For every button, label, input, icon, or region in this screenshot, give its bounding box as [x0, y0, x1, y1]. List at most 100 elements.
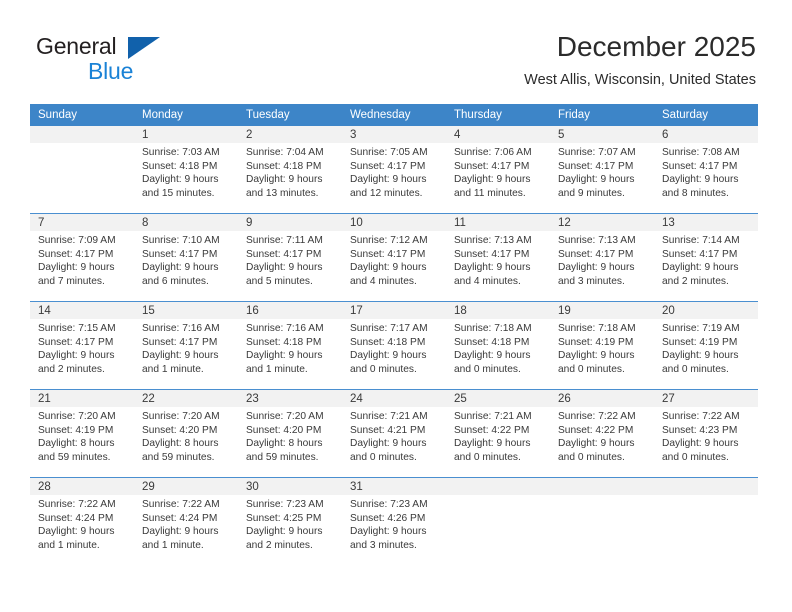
sunset-text: Sunset: 4:24 PM	[38, 512, 114, 524]
day-number: 13	[654, 214, 758, 231]
calendar-day-cell[interactable]	[654, 477, 758, 565]
sunrise-text: Sunrise: 7:16 AM	[142, 323, 220, 334]
day-details: Sunrise: 7:07 AM Sunset: 4:17 PM Dayligh…	[550, 143, 654, 200]
day-number: 22	[134, 390, 238, 407]
daylight-text-line2: and 3 minutes.	[350, 539, 417, 551]
calendar-day-cell[interactable]: 29 Sunrise: 7:22 AM Sunset: 4:24 PM Dayl…	[134, 477, 238, 565]
day-number: 4	[446, 126, 550, 143]
sunset-text: Sunset: 4:24 PM	[142, 512, 218, 524]
day-number: 10	[342, 214, 446, 231]
daylight-text-line1: Daylight: 9 hours	[38, 262, 115, 274]
daylight-text-line2: and 3 minutes.	[558, 275, 625, 287]
calendar-day-cell[interactable]: 30 Sunrise: 7:23 AM Sunset: 4:25 PM Dayl…	[238, 477, 342, 565]
calendar-day-cell[interactable]: 15 Sunrise: 7:16 AM Sunset: 4:17 PM Dayl…	[134, 301, 238, 390]
calendar-day-cell[interactable]: 5 Sunrise: 7:07 AM Sunset: 4:17 PM Dayli…	[550, 126, 654, 214]
sunset-text: Sunset: 4:17 PM	[38, 336, 114, 348]
day-number	[446, 478, 550, 495]
daylight-text-line1: Daylight: 9 hours	[350, 350, 427, 362]
day-number: 7	[30, 214, 134, 231]
calendar-day-cell[interactable]: 21 Sunrise: 7:20 AM Sunset: 4:19 PM Dayl…	[30, 389, 134, 478]
day-number: 2	[238, 126, 342, 143]
calendar-day-cell[interactable]: 23 Sunrise: 7:20 AM Sunset: 4:20 PM Dayl…	[238, 389, 342, 478]
calendar-day-cell[interactable]: 7 Sunrise: 7:09 AM Sunset: 4:17 PM Dayli…	[30, 213, 134, 302]
logo-triangle-icon	[128, 37, 160, 59]
general-blue-logo: General Blue	[36, 33, 256, 89]
day-number: 20	[654, 302, 758, 319]
calendar-day-cell[interactable]: 6 Sunrise: 7:08 AM Sunset: 4:17 PM Dayli…	[654, 126, 758, 214]
day-details: Sunrise: 7:12 AM Sunset: 4:17 PM Dayligh…	[342, 231, 446, 288]
day-number: 27	[654, 390, 758, 407]
calendar-day-cell[interactable]: 16 Sunrise: 7:16 AM Sunset: 4:18 PM Dayl…	[238, 301, 342, 390]
day-details: Sunrise: 7:14 AM Sunset: 4:17 PM Dayligh…	[654, 231, 758, 288]
daylight-text-line1: Daylight: 9 hours	[662, 262, 739, 274]
calendar-day-cell[interactable]: 8 Sunrise: 7:10 AM Sunset: 4:17 PM Dayli…	[134, 213, 238, 302]
sunrise-text: Sunrise: 7:20 AM	[142, 411, 220, 422]
calendar-day-cell[interactable]: 22 Sunrise: 7:20 AM Sunset: 4:20 PM Dayl…	[134, 389, 238, 478]
daylight-text-line2: and 59 minutes.	[142, 451, 215, 463]
daylight-text-line2: and 59 minutes.	[38, 451, 111, 463]
daylight-text-line1: Daylight: 9 hours	[558, 350, 635, 362]
calendar-day-cell[interactable]: 4 Sunrise: 7:06 AM Sunset: 4:17 PM Dayli…	[446, 126, 550, 214]
calendar-day-cell[interactable]	[446, 477, 550, 565]
day-details: Sunrise: 7:18 AM Sunset: 4:18 PM Dayligh…	[446, 319, 550, 376]
daylight-text-line2: and 4 minutes.	[350, 275, 417, 287]
sunrise-text: Sunrise: 7:10 AM	[142, 235, 220, 246]
day-number: 14	[30, 302, 134, 319]
calendar-day-cell[interactable]	[30, 126, 134, 214]
daylight-text-line1: Daylight: 9 hours	[246, 174, 323, 186]
calendar-day-cell[interactable]: 13 Sunrise: 7:14 AM Sunset: 4:17 PM Dayl…	[654, 213, 758, 302]
calendar-day-cell[interactable]: 2 Sunrise: 7:04 AM Sunset: 4:18 PM Dayli…	[238, 126, 342, 214]
day-number: 18	[446, 302, 550, 319]
calendar-day-cell[interactable]: 25 Sunrise: 7:21 AM Sunset: 4:22 PM Dayl…	[446, 389, 550, 478]
calendar-day-cell[interactable]: 19 Sunrise: 7:18 AM Sunset: 4:19 PM Dayl…	[550, 301, 654, 390]
sunset-text: Sunset: 4:17 PM	[662, 248, 738, 260]
sunrise-text: Sunrise: 7:09 AM	[38, 235, 116, 246]
calendar-day-cell[interactable]: 17 Sunrise: 7:17 AM Sunset: 4:18 PM Dayl…	[342, 301, 446, 390]
calendar-day-cell[interactable]: 18 Sunrise: 7:18 AM Sunset: 4:18 PM Dayl…	[446, 301, 550, 390]
sunset-text: Sunset: 4:17 PM	[38, 248, 114, 260]
calendar-day-cell[interactable]: 14 Sunrise: 7:15 AM Sunset: 4:17 PM Dayl…	[30, 301, 134, 390]
daylight-text-line1: Daylight: 9 hours	[246, 262, 323, 274]
daylight-text-line2: and 2 minutes.	[662, 275, 729, 287]
calendar-day-cell[interactable]: 3 Sunrise: 7:05 AM Sunset: 4:17 PM Dayli…	[342, 126, 446, 214]
daylight-text-line1: Daylight: 9 hours	[38, 350, 115, 362]
calendar-day-cell[interactable]: 9 Sunrise: 7:11 AM Sunset: 4:17 PM Dayli…	[238, 213, 342, 302]
day-details: Sunrise: 7:22 AM Sunset: 4:22 PM Dayligh…	[550, 407, 654, 464]
sunrise-text: Sunrise: 7:14 AM	[662, 235, 740, 246]
sunset-text: Sunset: 4:17 PM	[454, 160, 530, 172]
calendar-day-cell[interactable]: 20 Sunrise: 7:19 AM Sunset: 4:19 PM Dayl…	[654, 301, 758, 390]
calendar-day-cell[interactable]	[550, 477, 654, 565]
calendar-day-cell[interactable]: 1 Sunrise: 7:03 AM Sunset: 4:18 PM Dayli…	[134, 126, 238, 214]
daylight-text-line1: Daylight: 9 hours	[454, 262, 531, 274]
daylight-text-line1: Daylight: 9 hours	[142, 262, 219, 274]
sunrise-text: Sunrise: 7:18 AM	[558, 323, 636, 334]
daylight-text-line1: Daylight: 8 hours	[38, 438, 115, 450]
sunset-text: Sunset: 4:17 PM	[142, 336, 218, 348]
day-details	[446, 495, 550, 498]
sunset-text: Sunset: 4:21 PM	[350, 424, 426, 436]
calendar-day-cell[interactable]: 26 Sunrise: 7:22 AM Sunset: 4:22 PM Dayl…	[550, 389, 654, 478]
day-details: Sunrise: 7:20 AM Sunset: 4:20 PM Dayligh…	[134, 407, 238, 464]
calendar-day-cell[interactable]: 27 Sunrise: 7:22 AM Sunset: 4:23 PM Dayl…	[654, 389, 758, 478]
day-details: Sunrise: 7:23 AM Sunset: 4:26 PM Dayligh…	[342, 495, 446, 552]
day-number: 28	[30, 478, 134, 495]
calendar-day-cell[interactable]: 24 Sunrise: 7:21 AM Sunset: 4:21 PM Dayl…	[342, 389, 446, 478]
day-details: Sunrise: 7:11 AM Sunset: 4:17 PM Dayligh…	[238, 231, 342, 288]
daylight-text-line2: and 4 minutes.	[454, 275, 521, 287]
calendar-table: Sunday Monday Tuesday Wednesday Thursday…	[30, 104, 758, 565]
day-details: Sunrise: 7:22 AM Sunset: 4:23 PM Dayligh…	[654, 407, 758, 464]
day-details: Sunrise: 7:10 AM Sunset: 4:17 PM Dayligh…	[134, 231, 238, 288]
calendar-day-cell[interactable]: 31 Sunrise: 7:23 AM Sunset: 4:26 PM Dayl…	[342, 477, 446, 565]
daylight-text-line2: and 1 minute.	[142, 539, 204, 551]
daylight-text-line2: and 13 minutes.	[246, 187, 319, 199]
sunrise-text: Sunrise: 7:17 AM	[350, 323, 428, 334]
daylight-text-line1: Daylight: 9 hours	[350, 174, 427, 186]
daylight-text-line2: and 8 minutes.	[662, 187, 729, 199]
calendar-day-cell[interactable]: 10 Sunrise: 7:12 AM Sunset: 4:17 PM Dayl…	[342, 213, 446, 302]
calendar-day-cell[interactable]: 28 Sunrise: 7:22 AM Sunset: 4:24 PM Dayl…	[30, 477, 134, 565]
calendar-day-cell[interactable]: 11 Sunrise: 7:13 AM Sunset: 4:17 PM Dayl…	[446, 213, 550, 302]
daylight-text-line2: and 2 minutes.	[38, 363, 105, 375]
calendar-day-cell[interactable]: 12 Sunrise: 7:13 AM Sunset: 4:17 PM Dayl…	[550, 213, 654, 302]
daylight-text-line2: and 7 minutes.	[38, 275, 105, 287]
weekday-header-saturday: Saturday	[654, 104, 758, 126]
